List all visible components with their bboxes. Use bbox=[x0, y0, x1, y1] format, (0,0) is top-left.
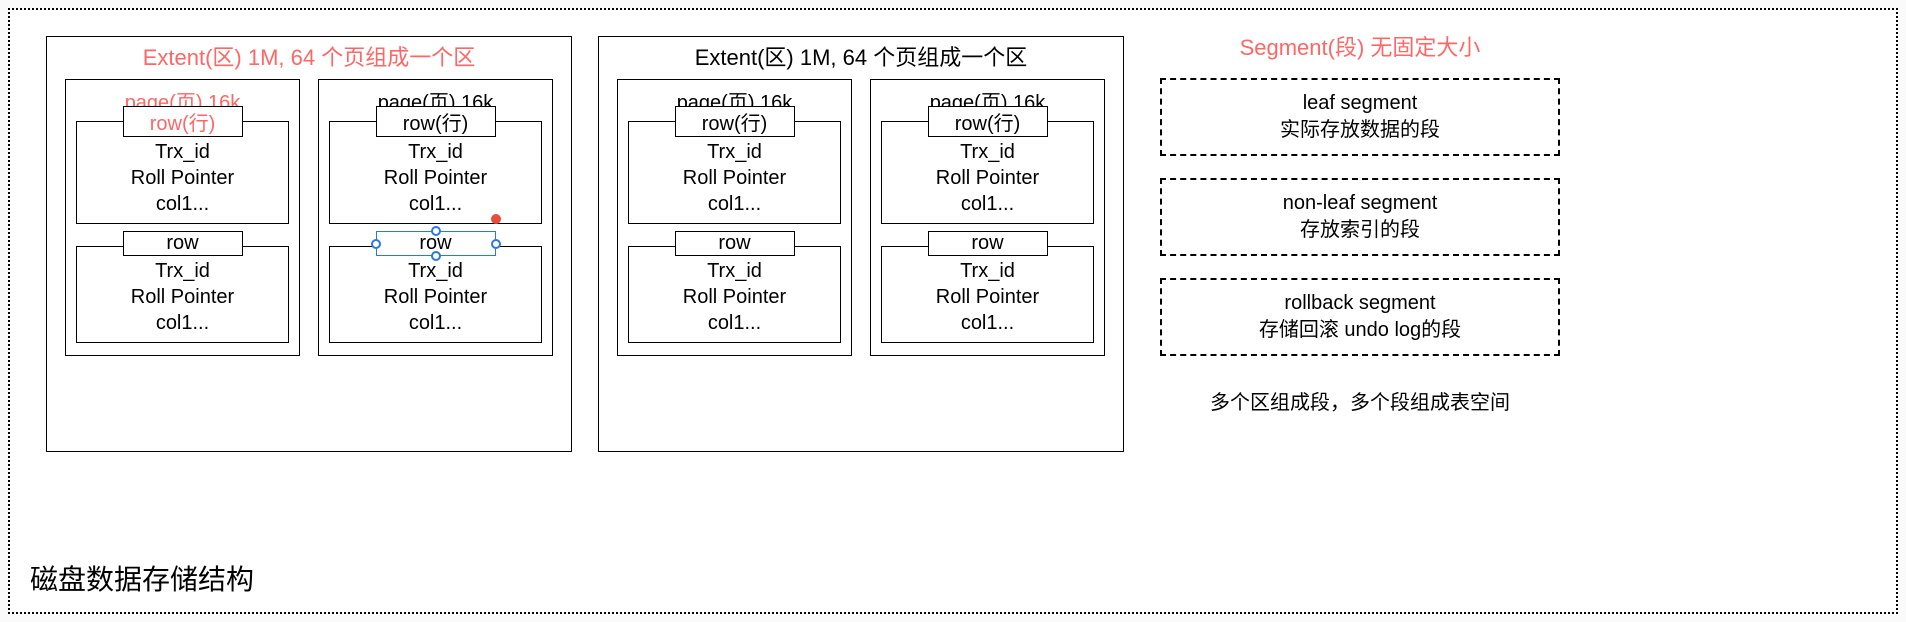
diagram-canvas: Extent(区) 1M, 64 个页组成一个区 page(页) 16k row… bbox=[8, 8, 1898, 614]
row-label[interactable]: row bbox=[376, 231, 496, 256]
row-box: row(行) Trx_id Roll Pointer col1... bbox=[881, 121, 1094, 224]
row-content: Trx_id Roll Pointer col1... bbox=[77, 139, 288, 217]
rotate-handle-icon[interactable] bbox=[491, 214, 501, 224]
segment-nonleaf-box: non-leaf segment 存放索引的段 bbox=[1160, 178, 1560, 256]
row-box: row Trx_id Roll Pointer col1... bbox=[76, 246, 289, 343]
row-content: Trx_id Roll Pointer col1... bbox=[77, 258, 288, 336]
row-box: row Trx_id Roll Pointer col1... bbox=[881, 246, 1094, 343]
segment-panel: Segment(段) 无固定大小 leaf segment 实际存放数据的段 n… bbox=[1160, 30, 1560, 415]
resize-handle-icon[interactable] bbox=[491, 239, 501, 249]
page-box: page(页) 16k row(行) Trx_id Roll Pointer c… bbox=[617, 79, 852, 356]
row-label: row(行) bbox=[675, 106, 795, 137]
segment-caption: 多个区组成段，多个段组成表空间 bbox=[1160, 386, 1560, 415]
row-box-selected[interactable]: row Trx_id Roll Pointer col1... bbox=[329, 246, 542, 343]
row-box: row Trx_id Roll Pointer col1... bbox=[628, 246, 841, 343]
row-label: row(行) bbox=[928, 106, 1048, 137]
resize-handle-icon[interactable] bbox=[371, 239, 381, 249]
segment-rollback-box: rollback segment 存储回滚 undo log的段 bbox=[1160, 278, 1560, 356]
extent-box-1: Extent(区) 1M, 64 个页组成一个区 page(页) 16k row… bbox=[46, 36, 572, 452]
extent-title-2: Extent(区) 1M, 64 个页组成一个区 bbox=[599, 37, 1123, 79]
row-label: row bbox=[123, 231, 243, 256]
extent-title-1: Extent(区) 1M, 64 个页组成一个区 bbox=[47, 37, 571, 79]
diagram-title: 磁盘数据存储结构 bbox=[30, 558, 254, 598]
row-label: row(行) bbox=[376, 106, 496, 137]
segment-header: Segment(段) 无固定大小 bbox=[1160, 30, 1560, 62]
row-box: row(行) Trx_id Roll Pointer col1... bbox=[628, 121, 841, 224]
page-box: page(页) 16k row(行) Trx_id Roll Pointer c… bbox=[65, 79, 300, 356]
resize-handle-icon[interactable] bbox=[431, 251, 441, 261]
extent-box-2: Extent(区) 1M, 64 个页组成一个区 page(页) 16k row… bbox=[598, 36, 1124, 452]
row-label: row bbox=[675, 231, 795, 256]
row-content: Trx_id Roll Pointer col1... bbox=[330, 258, 541, 336]
row-label: row bbox=[928, 231, 1048, 256]
row-label: row(行) bbox=[123, 106, 243, 137]
page-box: page(页) 16k row(行) Trx_id Roll Pointer c… bbox=[318, 79, 553, 356]
row-content: Trx_id Roll Pointer col1... bbox=[330, 139, 541, 217]
segment-leaf-box: leaf segment 实际存放数据的段 bbox=[1160, 78, 1560, 156]
resize-handle-icon[interactable] bbox=[431, 226, 441, 236]
row-box: row(行) Trx_id Roll Pointer col1... bbox=[329, 121, 542, 224]
page-box: page(页) 16k row(行) Trx_id Roll Pointer c… bbox=[870, 79, 1105, 356]
row-box: row(行) Trx_id Roll Pointer col1... bbox=[76, 121, 289, 224]
